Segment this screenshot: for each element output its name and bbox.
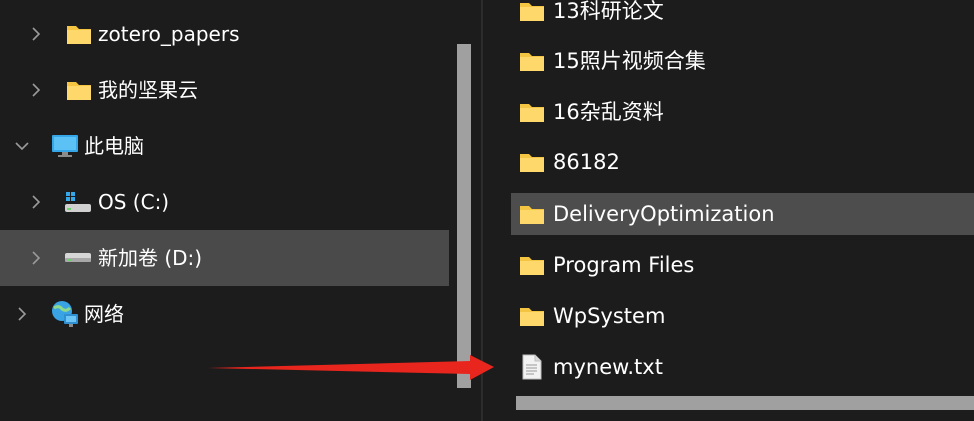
folder-icon bbox=[519, 254, 545, 276]
list-item[interactable]: DeliveryOptimization bbox=[511, 193, 974, 235]
chevron-down-icon[interactable] bbox=[15, 139, 29, 153]
file-name: mynew.txt bbox=[553, 355, 663, 379]
nav-item-label: OS (C:) bbox=[98, 190, 170, 214]
folder-icon bbox=[519, 50, 545, 72]
folder-icon bbox=[66, 23, 92, 45]
folder-icon bbox=[66, 79, 92, 101]
nav-item-this-pc[interactable]: 此电脑 bbox=[0, 118, 449, 174]
nav-item-zotero-papers[interactable]: zotero_papers bbox=[0, 6, 449, 62]
file-list-pane: 13科研论文 15照片视频合集 16杂乱资料 86182 DeliveryOpt… bbox=[483, 0, 974, 421]
nav-item-label: 新加卷 (D:) bbox=[98, 246, 203, 270]
folder-icon bbox=[519, 0, 545, 22]
chevron-right-icon[interactable] bbox=[29, 251, 43, 265]
list-item[interactable]: 86182 bbox=[511, 141, 974, 183]
chevron-right-icon[interactable] bbox=[29, 195, 43, 209]
list-item[interactable]: 13科研论文 bbox=[511, 0, 974, 32]
nav-scrollbar-thumb[interactable] bbox=[457, 44, 471, 388]
folder-icon bbox=[519, 151, 545, 173]
nav-item-network[interactable]: 网络 bbox=[0, 286, 449, 342]
file-name: 16杂乱资料 bbox=[553, 100, 664, 124]
nav-item-jianguoyun[interactable]: 我的坚果云 bbox=[0, 62, 449, 118]
file-name: WpSystem bbox=[553, 304, 666, 328]
drive-icon bbox=[64, 251, 92, 265]
nav-item-label: zotero_papers bbox=[98, 22, 240, 46]
list-item[interactable]: 16杂乱资料 bbox=[511, 91, 974, 133]
list-item[interactable]: mynew.txt bbox=[511, 346, 974, 388]
list-item[interactable]: WpSystem bbox=[511, 295, 974, 337]
windows-drive-icon bbox=[64, 190, 92, 214]
text-file-icon bbox=[519, 354, 545, 380]
chevron-right-icon[interactable] bbox=[29, 83, 43, 97]
file-name: 15照片视频合集 bbox=[553, 49, 706, 73]
folder-icon bbox=[519, 203, 545, 225]
chevron-right-icon[interactable] bbox=[15, 307, 29, 321]
file-name: 13科研论文 bbox=[553, 0, 664, 23]
file-name: Program Files bbox=[553, 253, 695, 277]
file-list-horizontal-scrollbar[interactable] bbox=[516, 396, 974, 410]
nav-item-label: 此电脑 bbox=[84, 134, 144, 158]
folder-icon bbox=[519, 305, 545, 327]
network-icon bbox=[50, 300, 80, 328]
list-item[interactable]: Program Files bbox=[511, 244, 974, 286]
chevron-right-icon[interactable] bbox=[29, 27, 43, 41]
list-item[interactable]: 15照片视频合集 bbox=[511, 40, 974, 82]
nav-item-label: 网络 bbox=[84, 302, 124, 326]
this-pc-icon bbox=[51, 133, 79, 159]
nav-item-label: 我的坚果云 bbox=[98, 78, 198, 102]
file-name: 86182 bbox=[553, 150, 620, 174]
nav-item-os-c[interactable]: OS (C:) bbox=[0, 174, 449, 230]
file-name: DeliveryOptimization bbox=[553, 202, 775, 226]
folder-icon bbox=[519, 101, 545, 123]
nav-item-new-volume-d[interactable]: 新加卷 (D:) bbox=[0, 230, 449, 286]
navigation-pane: zotero_papers 我的坚果云 此电脑 OS (C:) 新加卷 (D:)… bbox=[0, 0, 474, 421]
